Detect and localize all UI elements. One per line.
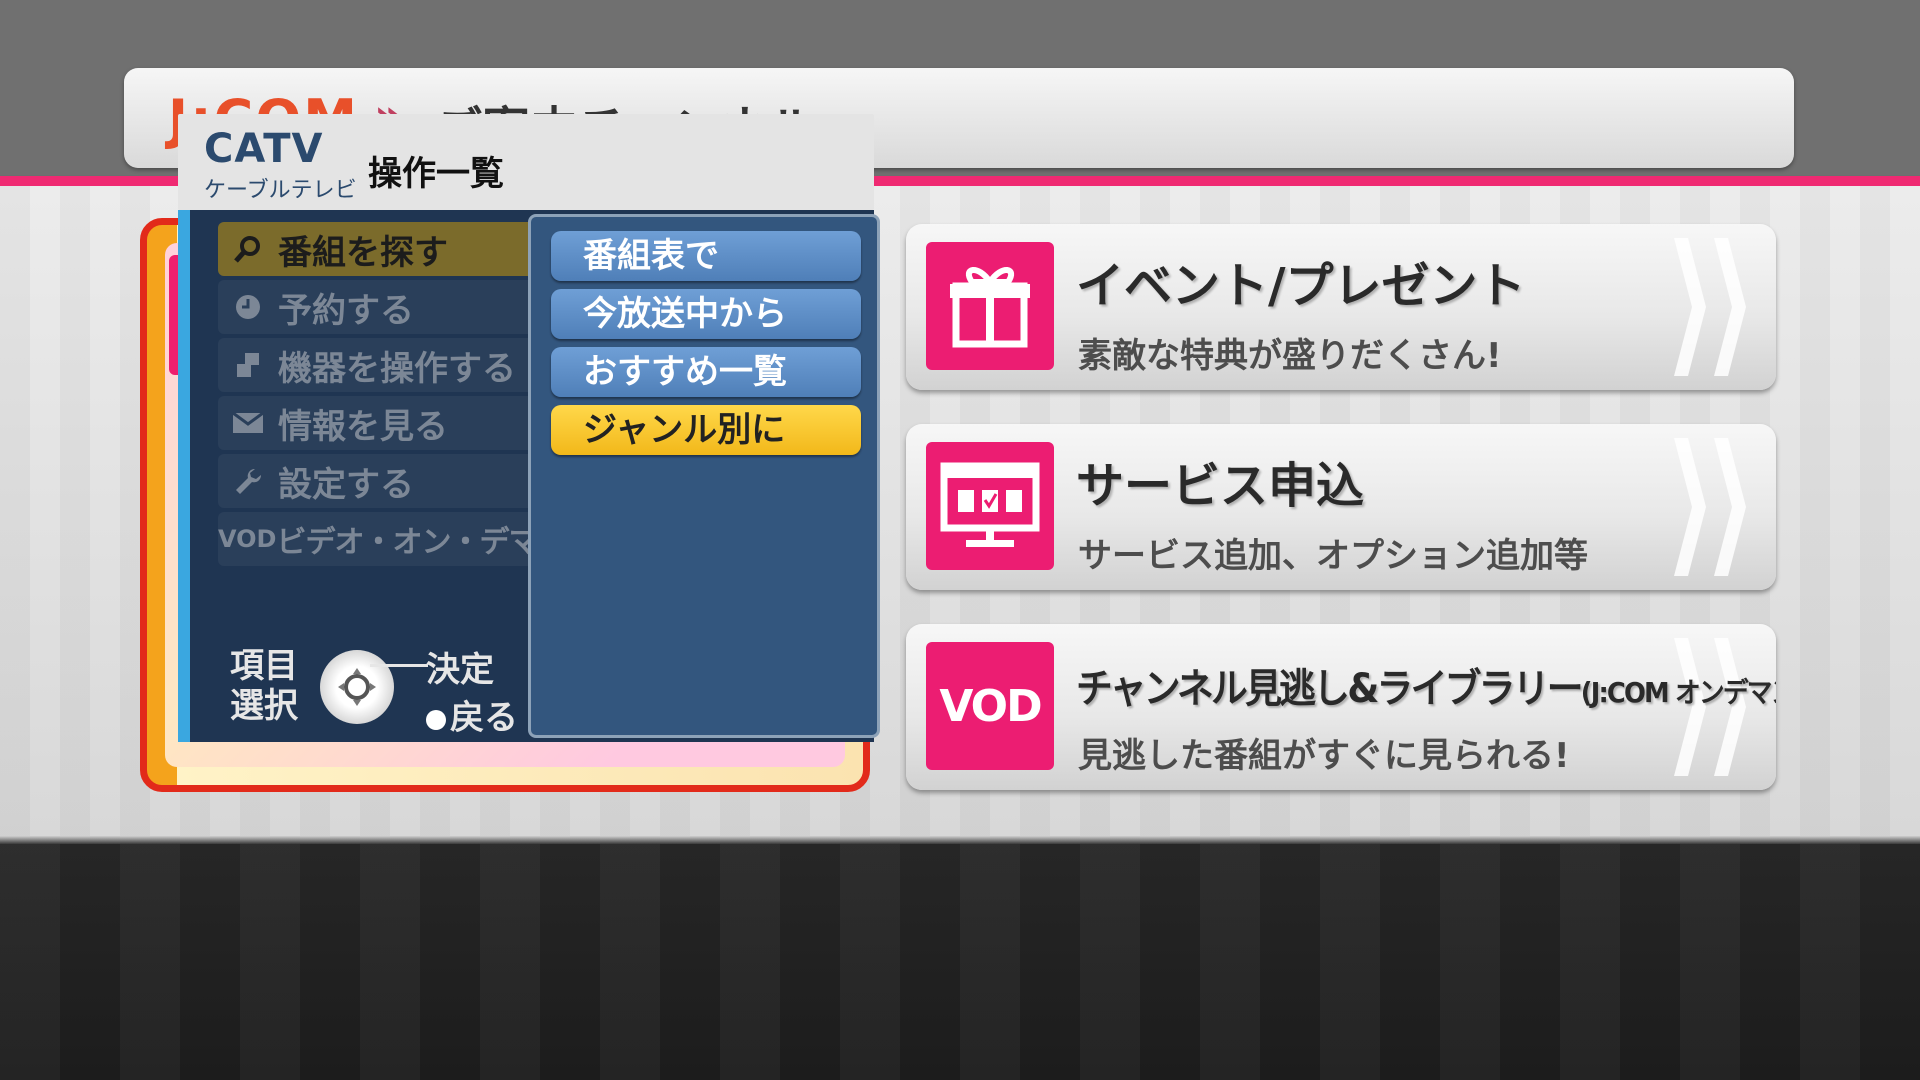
menu-item-label: 予約する [278,290,414,331]
help-back-label: 戻る [426,690,518,739]
submenu-item-program-guide[interactable]: 番組表で [551,231,861,281]
menu-item-view-info[interactable]: 情報を見る [218,396,534,450]
page-bottom-edge [0,836,1920,844]
menu-item-video-on-demand[interactable]: VOD ビデオ・オン・デマンド [218,512,596,566]
catv-logo: CATV [204,126,324,172]
clock-icon [218,292,278,322]
menu-item-label: 情報を見る [278,406,448,447]
help-select-label: 項目 選択 [230,646,298,726]
menu-item-settings[interactable]: 設定する [218,454,534,508]
chevron-right-icon [1714,238,1746,376]
help-ok-label: 決定 [426,650,494,690]
chevron-right-icon [1674,438,1706,576]
vod-icon: VOD [218,525,277,553]
menu-title: 操作一覧 [368,154,504,194]
card-subtitle: サービス追加、オプション追加等 [1078,536,1588,576]
menu-item-label: 機器を操作する [278,348,516,389]
menu-header: CATV ケーブルテレビ 操作一覧 [178,114,874,210]
monitor-check-icon [926,442,1054,570]
card-vod-library[interactable]: VOD チャンネル見逃し&ライブラリー(J:COM オンデマンド) 見逃した番組… [906,624,1776,790]
back-dot-icon [426,709,446,730]
vod-icon: VOD [926,642,1054,770]
submenu-item-now-on-air[interactable]: 今放送中から [551,289,861,339]
submenu-panel: 番組表で 今放送中から おすすめ一覧 ジャンル別に [528,214,880,738]
card-service-apply[interactable]: サービス申込 サービス追加、オプション追加等 [906,424,1776,590]
dpad-icon [320,650,394,724]
gift-icon [926,242,1054,370]
card-event-present[interactable]: イベント/プレゼント 素敵な特典が盛りだくさん! [906,224,1776,390]
submenu-item-by-genre[interactable]: ジャンル別に [551,405,861,455]
search-icon [218,234,278,264]
device-icon [218,350,278,380]
chevron-right-icon [1714,438,1746,576]
mail-icon [218,411,278,435]
vod-icon-text: VOD [939,680,1042,732]
menu-item-search-programs[interactable]: 番組を探す [218,222,534,276]
menu-item-reserve[interactable]: 予約する [218,280,534,334]
floor-background [0,844,1920,1080]
menu-item-label: 設定する [278,464,414,505]
operation-menu: 番組を探す 予約する 機器を操作する 情報を見る 設定する VOD ビデオ・オン… [178,210,880,742]
wrench-icon [218,466,278,496]
card-subtitle: 見逃した番組がすぐに見られる! [1078,736,1570,776]
help-select-line-2: 選択 [230,686,298,726]
chevron-right-icon [1674,238,1706,376]
menu-item-operate-device[interactable]: 機器を操作する [218,338,534,392]
help-pointer-line [370,664,428,667]
remote-help: 項目 選択 決定 戻る [230,642,530,738]
card-title-suffix: (J:COM オンデマンド) [1580,676,1776,709]
submenu-item-recommended[interactable]: おすすめ一覧 [551,347,861,397]
help-back-text: 戻る [450,698,518,738]
menu-item-label: 番組を探す [278,232,448,273]
card-title: チャンネル見逃し&ライブラリー(J:COM オンデマンド) [1076,656,1776,714]
help-select-line-1: 項目 [230,646,298,686]
card-title: イベント/プレゼント [1076,258,1526,314]
card-title: サービス申込 [1076,458,1365,514]
card-subtitle: 素敵な特典が盛りだくさん! [1078,336,1502,376]
catv-logo-sub: ケーブルテレビ [204,178,357,203]
card-title-main: チャンネル見逃し&ライブラリー [1076,666,1584,712]
